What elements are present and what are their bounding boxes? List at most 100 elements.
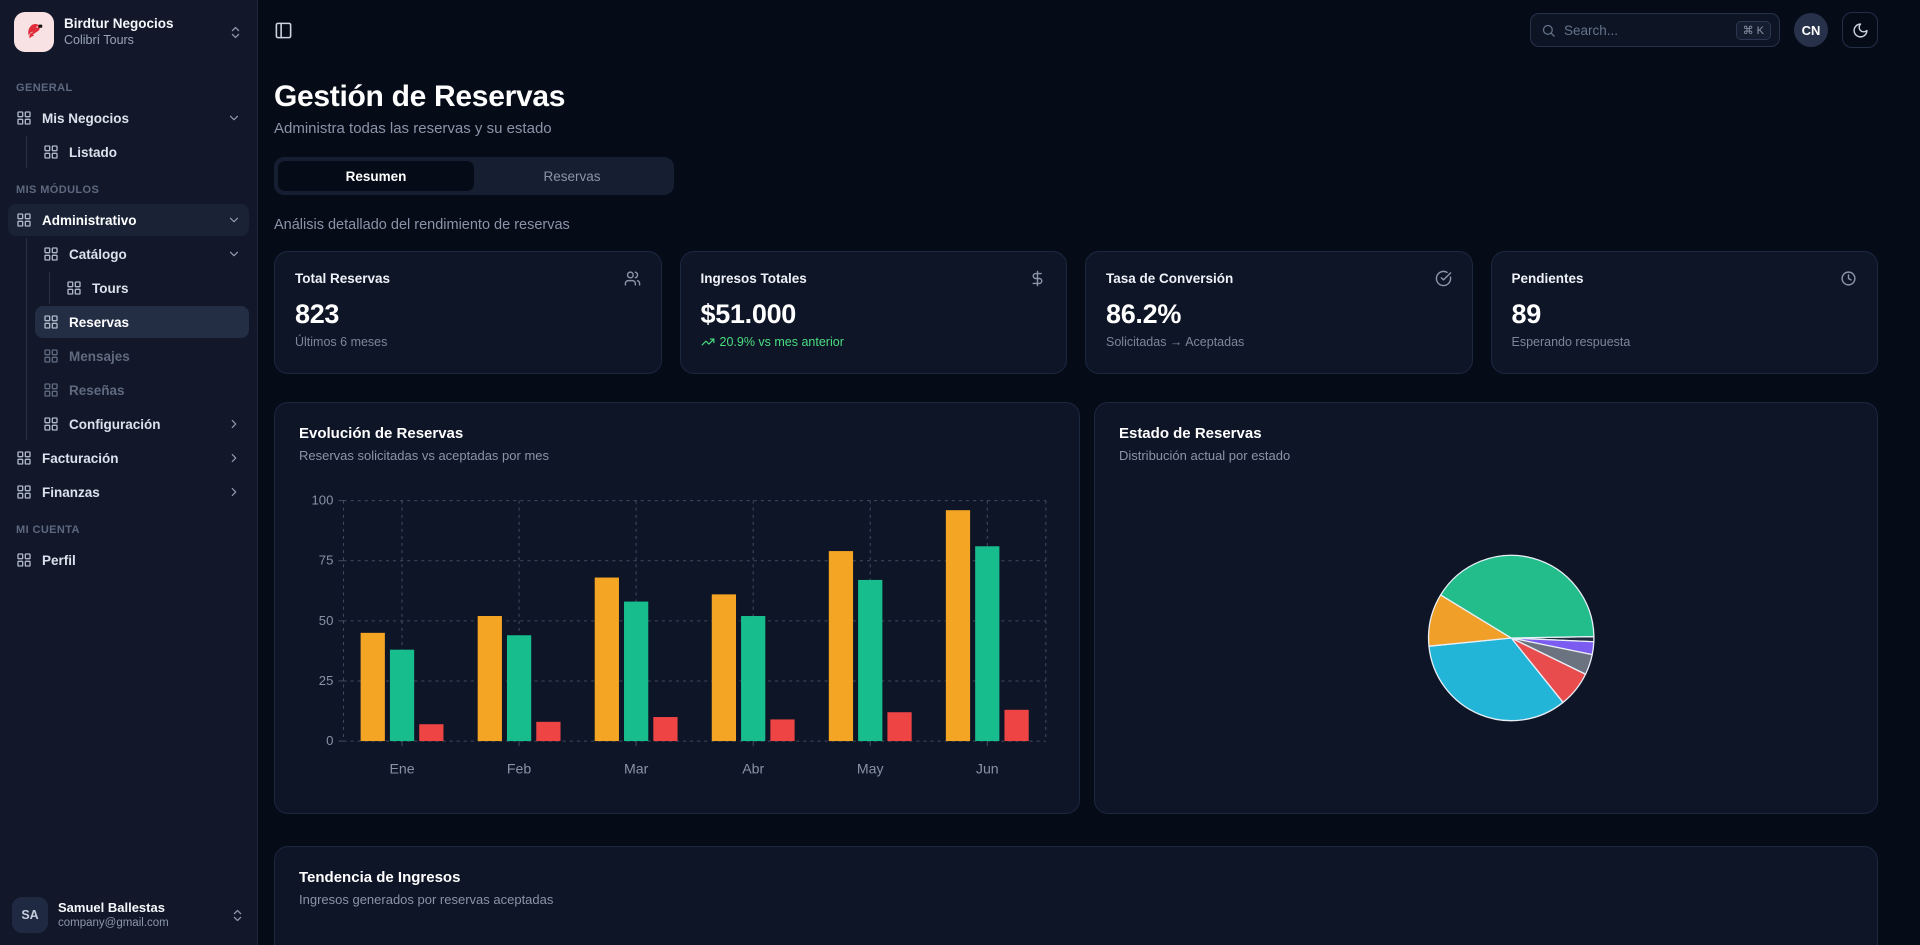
user-name: Samuel Ballestas [58,900,220,916]
bar-chart-card: Evolución de Reservas Reservas solicitad… [274,402,1080,814]
stat-value: 86.2% [1106,299,1452,330]
search-placeholder: Search... [1564,23,1728,38]
sidebar: Birdtur Negocios Colibrí Tours GENERAL M… [0,0,258,945]
stat-label: Ingresos Totales [701,271,807,286]
chevron-down-icon [227,111,241,125]
y-axis-tick-label: 0 [326,733,333,748]
chevrons-up-down-icon[interactable] [228,25,243,40]
search-input[interactable]: Search... ⌘ K [1530,13,1780,47]
bar-serie-roja-May [887,712,911,741]
pie-chart-card: Estado de Reservas Distribución actual p… [1094,402,1878,814]
grid-icon [43,246,59,262]
bar-solicitadas-Feb [478,616,502,741]
stat-value: $51.000 [701,299,1047,330]
sidebar-item-tours[interactable]: Tours [58,272,249,304]
bar-serie-roja-Feb [536,722,560,741]
grid-icon [16,552,32,568]
grid-icon [43,382,59,398]
nav-section-mi-cuenta: MI CUENTA [0,510,257,542]
sidebar-item-mis-negocios[interactable]: Mis Negocios [8,102,249,134]
x-axis-tick-label: Abr [742,760,764,776]
sidebar-toggle-icon[interactable] [274,21,293,40]
sidebar-item-facturacion[interactable]: Facturación [8,442,249,474]
chevron-down-icon [227,213,241,227]
sidebar-item-administrativo[interactable]: Administrativo [8,204,249,236]
sidebar-item-label: Administrativo [42,213,137,228]
sidebar-item-label: Reseñas [69,383,125,398]
search-icon [1541,23,1556,38]
sidebar-item-listado[interactable]: Listado [35,136,249,168]
bar-solicitadas-Abr [712,594,736,741]
sidebar-item-catalogo[interactable]: Catálogo [35,238,249,270]
sidebar-item-reservas[interactable]: Reservas [35,306,249,338]
sidebar-item-label: Configuración [69,417,161,432]
stat-caption: Últimos 6 meses [295,335,641,349]
grid-icon [43,144,59,160]
nav-subgroup: Tours [49,272,257,304]
stat-value: 89 [1512,299,1858,330]
workspace-switcher[interactable]: Birdtur Negocios Colibrí Tours [0,0,257,62]
stat-trend-text: 20.9% vs mes anterior [720,335,844,349]
stat-caption: Esperando respuesta [1512,335,1858,349]
bar-chart-subtitle: Reservas solicitadas vs aceptadas por me… [299,448,1055,463]
sidebar-item-label: Catálogo [69,247,127,262]
sidebar-item-configuracion[interactable]: Configuración [35,408,249,440]
stat-caption: Solicitadas → Aceptadas [1106,335,1452,349]
y-axis-tick-label: 100 [312,493,334,508]
sidebar-item-label: Mis Negocios [42,111,129,126]
bar-aceptadas-Mar [624,602,648,741]
users-icon [624,270,641,287]
bar-aceptadas-Feb [507,635,531,741]
chevron-down-icon [227,247,241,261]
sidebar-item-finanzas[interactable]: Finanzas [8,476,249,508]
bar-aceptadas-May [858,580,882,741]
main-area: Search... ⌘ K CN Gestión de Reservas Adm… [258,0,1920,945]
x-axis-tick-label: May [857,760,885,776]
nav-section-mis-modulos: MIS MÓDULOS [0,170,257,202]
page-content: Gestión de Reservas Administra todas las… [258,60,1920,945]
tab-resumen[interactable]: Resumen [278,161,474,191]
user-avatar: SA [12,897,48,933]
tab-list: Resumen Reservas [274,157,674,195]
stat-label: Total Reservas [295,271,390,286]
pie-chart-subtitle: Distribución actual por estado [1119,448,1853,463]
sidebar-item-mensajes[interactable]: Mensajes [35,340,249,372]
theme-toggle-button[interactable] [1842,12,1878,48]
app-root: Birdtur Negocios Colibrí Tours GENERAL M… [0,0,1920,945]
grid-icon [43,314,59,330]
bar-aceptadas-Ene [390,650,414,741]
y-axis-tick-label: 75 [319,553,334,568]
clock-icon [1840,270,1857,287]
grid-icon [66,280,82,296]
stat-label: Tasa de Conversión [1106,271,1233,286]
grid-icon [16,484,32,500]
page-title: Gestión de Reservas [274,80,1878,114]
pie-chart-title: Estado de Reservas [1119,425,1853,442]
grid-icon [16,450,32,466]
nav-subgroup: Listado [26,136,257,168]
income-trend-title: Tendencia de Ingresos [299,869,1853,886]
bar-solicitadas-Jun [946,510,970,741]
grid-icon [43,416,59,432]
trending-up-icon [701,335,715,349]
stat-card-ingresos-totales: Ingresos Totales $51.000 20.9% vs mes an… [680,251,1068,374]
user-menu[interactable]: SA Samuel Ballestas company@gmail.com [0,887,257,945]
sidebar-item-perfil[interactable]: Perfil [8,544,249,576]
tab-reservas[interactable]: Reservas [474,161,670,191]
chevron-right-icon [227,417,241,431]
charts-row: Evolución de Reservas Reservas solicitad… [274,402,1878,814]
sidebar-nav: GENERAL Mis Negocios Listado MIS MÓDULOS… [0,62,257,887]
x-axis-tick-label: Jun [976,760,999,776]
sidebar-item-resenas[interactable]: Reseñas [35,374,249,406]
sidebar-item-label: Tours [92,281,129,296]
bar-serie-roja-Abr [770,719,794,741]
chevrons-up-down-icon [230,908,245,923]
sidebar-item-label: Finanzas [42,485,100,500]
user-email: company@gmail.com [58,916,220,930]
sidebar-item-label: Reservas [69,315,129,330]
check-circle-icon [1435,270,1452,287]
moon-icon [1852,22,1869,39]
bar-chart-title: Evolución de Reservas [299,425,1055,442]
pie-chart-body [1095,471,1877,813]
account-avatar[interactable]: CN [1794,13,1828,47]
